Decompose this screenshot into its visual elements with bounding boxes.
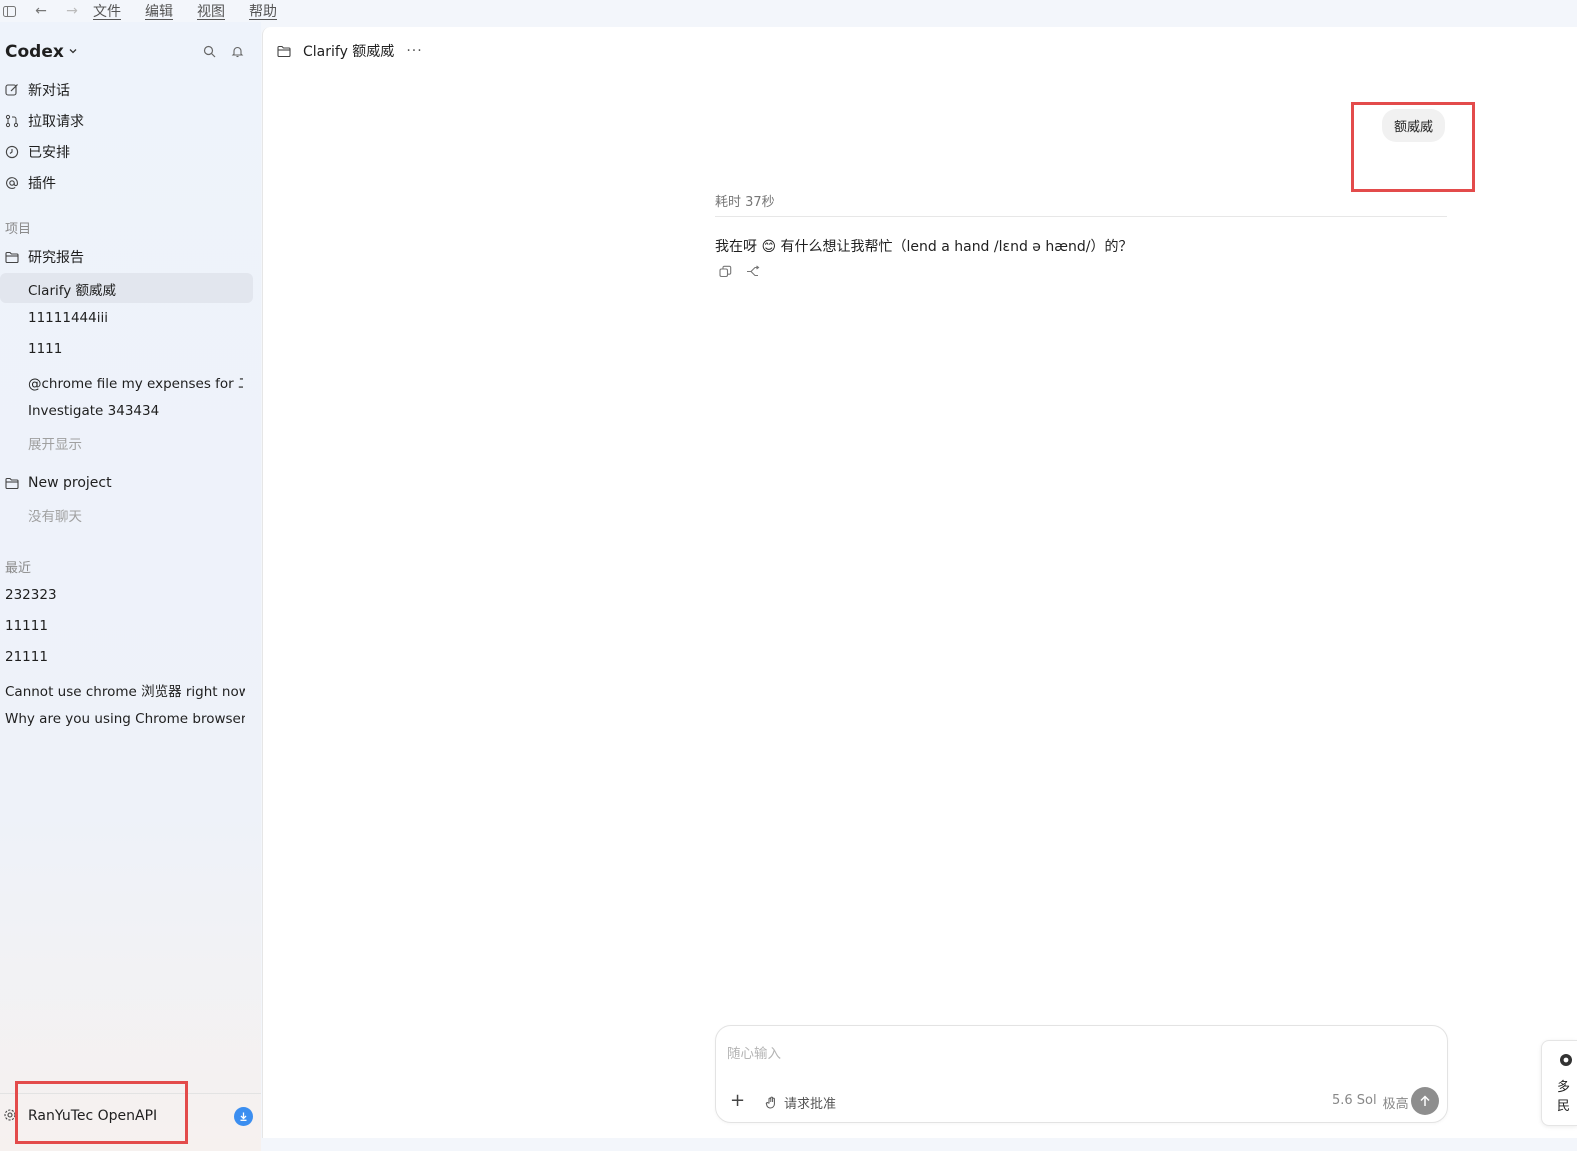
sidebar-toggle-icon[interactable] xyxy=(1,3,17,19)
brand-name: Codex xyxy=(5,42,64,62)
project-name: New project xyxy=(28,475,112,491)
chrome-icon xyxy=(1559,1053,1573,1071)
recent-heading: 最近 xyxy=(5,561,32,576)
nav-label: 新对话 xyxy=(28,83,70,99)
chevron-down-icon xyxy=(68,46,78,59)
recent-item[interactable]: Why are you using Chrome browser no xyxy=(5,711,245,727)
nav-label: 已安排 xyxy=(28,145,70,161)
bell-icon[interactable] xyxy=(230,44,244,58)
floating-popup[interactable]: 多 民 xyxy=(1541,1040,1577,1126)
folder-icon xyxy=(277,44,291,58)
show-more-link[interactable]: 展开显示 xyxy=(28,433,243,453)
sidebar-top-actions xyxy=(202,44,244,58)
forward-arrow-icon[interactable]: → xyxy=(64,3,80,19)
user-message-bubble: 额威威 xyxy=(1382,109,1446,142)
elapsed-time[interactable]: 耗时 37秒 xyxy=(715,191,775,210)
sidebar: Codex 新对话 拉取请求 已安排 插件 项目 研究报告 Clarify 额威… xyxy=(0,22,261,1151)
nav-plugins[interactable]: 插件 xyxy=(5,172,56,194)
thread-item[interactable]: Investigate 343434 xyxy=(28,403,243,419)
more-options-button[interactable]: ··· xyxy=(406,43,422,59)
model-name: 5.6 Sol xyxy=(1332,1093,1377,1108)
recent-item[interactable]: 11111 xyxy=(5,618,245,634)
folder-icon xyxy=(5,250,19,264)
approval-label: 请求批准 xyxy=(784,1097,837,1112)
folder-icon xyxy=(5,476,19,490)
copy-icon[interactable] xyxy=(718,264,732,278)
search-icon[interactable] xyxy=(202,44,216,58)
project-new-project[interactable]: New project xyxy=(5,472,112,494)
model-selector[interactable]: 5.6 Sol 极高 xyxy=(1332,1093,1409,1112)
nav-scheduled[interactable]: 已安排 xyxy=(5,141,70,163)
chat-header: Clarify 额威威 ··· xyxy=(277,41,423,61)
chat-panel: Clarify 额威威 ··· 额威威 耗时 37秒 我在呀 😊 有什么想让我帮… xyxy=(262,27,1577,1138)
thread-item[interactable]: 1111 xyxy=(28,341,243,357)
menu-help[interactable]: 帮助 xyxy=(249,1,277,21)
menu-file[interactable]: 文件 xyxy=(93,1,121,21)
nav-pull-requests[interactable]: 拉取请求 xyxy=(5,110,84,132)
menu-edit[interactable]: 编辑 xyxy=(145,1,173,21)
project-name: 研究报告 xyxy=(28,250,84,266)
popup-text-line: 多 xyxy=(1557,1080,1571,1095)
at-icon xyxy=(5,176,19,190)
reasoning-effort: 极高 xyxy=(1382,1097,1409,1112)
menu-bar: ← → 文件 编辑 视图 帮助 xyxy=(0,0,1577,22)
message-divider xyxy=(715,216,1447,217)
hand-icon xyxy=(764,1096,778,1110)
edit-icon xyxy=(5,83,19,97)
recent-item[interactable]: Cannot use chrome 浏览器 right now xyxy=(5,680,245,700)
nav-label: 拉取请求 xyxy=(28,114,84,130)
assistant-message: 我在呀 😊 有什么想让我帮忙（lend a hand /lɛnd ə hænd/… xyxy=(715,239,1133,255)
no-chats-text: 没有聊天 xyxy=(28,509,82,525)
thread-item[interactable]: Clarify 额威威 xyxy=(28,279,243,299)
clock-icon xyxy=(5,145,19,159)
gear-icon[interactable] xyxy=(3,1108,17,1126)
nav-label: 插件 xyxy=(28,176,56,192)
message-composer[interactable]: 随心输入 + 请求批准 5.6 Sol 极高 xyxy=(715,1025,1448,1123)
approval-mode-button[interactable]: 请求批准 xyxy=(764,1093,836,1112)
pull-request-icon xyxy=(5,114,19,128)
nav-new-chat[interactable]: 新对话 xyxy=(5,79,70,101)
message-input-placeholder[interactable]: 随心输入 xyxy=(727,1042,781,1062)
chat-title: Clarify 额威威 xyxy=(303,44,395,60)
add-attachment-button[interactable]: + xyxy=(730,1090,745,1111)
popup-text-line: 民 xyxy=(1557,1099,1571,1114)
thread-item[interactable]: @chrome file my expenses for 二二 xyxy=(28,372,243,392)
send-button[interactable] xyxy=(1411,1087,1439,1115)
back-arrow-icon[interactable]: ← xyxy=(33,3,49,19)
projects-heading: 项目 xyxy=(5,222,32,237)
sidebar-footer-divider xyxy=(0,1093,261,1094)
recent-item[interactable]: 232323 xyxy=(5,587,245,603)
menu-view[interactable]: 视图 xyxy=(197,1,225,21)
fork-icon[interactable] xyxy=(746,264,760,278)
project-research-report[interactable]: 研究报告 xyxy=(5,246,84,268)
app-switcher[interactable]: Codex xyxy=(5,42,78,62)
message-actions xyxy=(718,264,760,278)
account-name[interactable]: RanYuTec OpenAPI xyxy=(28,1108,157,1124)
thread-item[interactable]: 11111444iii xyxy=(28,310,243,326)
recent-item[interactable]: 21111 xyxy=(5,649,245,665)
download-update-icon[interactable] xyxy=(234,1107,253,1126)
